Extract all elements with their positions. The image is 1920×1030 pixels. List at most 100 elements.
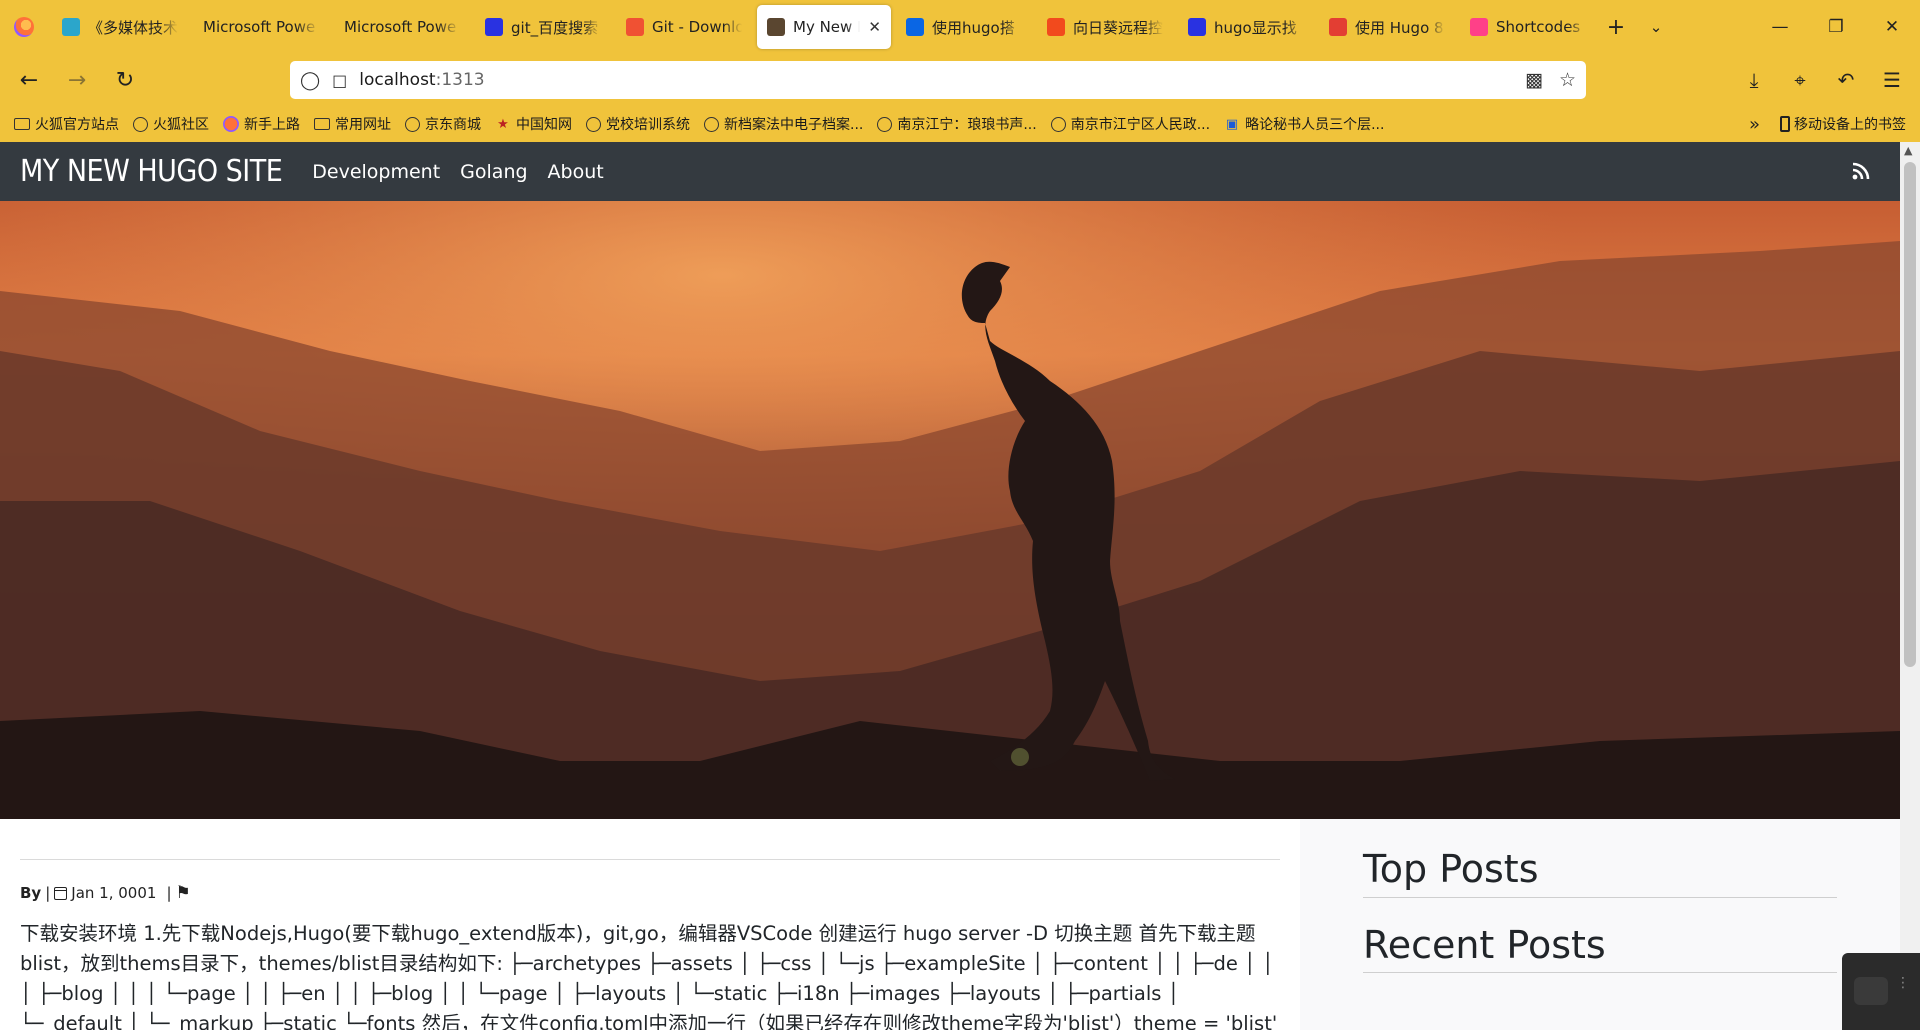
- page-scrollbar[interactable]: ▲: [1900, 142, 1920, 1030]
- zhihu-icon: [906, 18, 924, 36]
- forward-icon[interactable]: →: [58, 61, 96, 99]
- hamburger-menu-icon[interactable]: ☰: [1872, 61, 1912, 99]
- rss-icon[interactable]: [1852, 162, 1870, 180]
- bookmark-item[interactable]: ▣ 略论秘书人员三个层...: [1224, 114, 1385, 134]
- site-header: MY NEW HUGO SITE Development Golang Abou…: [0, 142, 1900, 201]
- widget-more-icon[interactable]: ⋮: [1896, 976, 1910, 990]
- browser-tab[interactable]: Microsoft Powe: [193, 5, 329, 49]
- restore-icon[interactable]: ❐: [1808, 0, 1864, 54]
- address-bar[interactable]: ◯ □ localhost:1313 ▩ ☆: [290, 61, 1586, 99]
- bookmark-item[interactable]: 南京市江宁区人民政...: [1050, 114, 1210, 134]
- browser-tab[interactable]: git_百度搜索: [475, 5, 611, 49]
- meta-separator: |: [45, 884, 51, 902]
- bookmark-item[interactable]: 火狐官方站点: [14, 114, 119, 134]
- navigation-toolbar: ← → ↻ ◯ □ localhost:1313 ▩ ☆ ⤓ ⌖ ↶ ☰: [0, 54, 1920, 106]
- tab-label: 使用hugo搭: [932, 18, 1015, 37]
- blue-icon: ▣: [1225, 116, 1239, 132]
- tab-label: Microsoft Powe: [203, 18, 316, 36]
- nav-link-golang[interactable]: Golang: [460, 161, 527, 183]
- screenshot-crop-icon[interactable]: ⌖: [1780, 61, 1820, 99]
- phone-icon: [1780, 116, 1790, 132]
- browser-tab[interactable]: hugo显示找: [1178, 5, 1314, 49]
- baidu-icon: [485, 18, 503, 36]
- page-viewport: MY NEW HUGO SITE Development Golang Abou…: [0, 142, 1920, 1030]
- browser-tab[interactable]: 使用 Hugo 8: [1319, 5, 1455, 49]
- bookmark-item[interactable]: 新档案法中电子档案...: [704, 114, 863, 134]
- mobile-bookmarks[interactable]: 移动设备上的书签: [1780, 106, 1906, 142]
- reload-icon[interactable]: ↻: [106, 61, 144, 99]
- firefox-menu-icon[interactable]: [14, 17, 34, 37]
- bookmark-label: 新手上路: [244, 117, 300, 133]
- bookmark-label: 新档案法中电子档案...: [724, 117, 864, 133]
- tab-list-chevron-icon[interactable]: ⌄: [1636, 7, 1676, 47]
- bookmark-label: 常用网址: [335, 117, 391, 133]
- tab-label: 向日葵远程控: [1073, 18, 1163, 37]
- site-nav: Development Golang About: [312, 161, 603, 183]
- bookmark-item[interactable]: ★ 中国知网: [495, 114, 572, 134]
- bookmark-item[interactable]: 党校培训系统: [586, 114, 690, 134]
- more-bookmarks-chevron-icon[interactable]: »: [1749, 114, 1760, 135]
- downloads-icon[interactable]: ⤓: [1734, 61, 1774, 99]
- divider: [1363, 897, 1837, 898]
- shield-icon[interactable]: ◯: [300, 70, 320, 91]
- globe-icon: [586, 116, 601, 132]
- browser-tab[interactable]: 使用hugo搭: [896, 5, 1032, 49]
- firefox-icon: [223, 116, 239, 132]
- teal-logo-icon: [62, 18, 80, 36]
- browser-tab[interactable]: 向日葵远程控: [1037, 5, 1173, 49]
- bookmarks-toolbar: 火狐官方站点 火狐社区 新手上路 常用网址 京东商城 ★ 中国知网 党校培训系统 新档案法中电子…: [0, 106, 1920, 142]
- page-info-icon[interactable]: □: [332, 71, 347, 90]
- divider: [1363, 972, 1837, 973]
- browser-tab[interactable]: Git - Downlo: [616, 5, 752, 49]
- nav-link-development[interactable]: Development: [312, 161, 440, 183]
- close-tab-icon[interactable]: ✕: [868, 18, 881, 36]
- mobile-bookmarks-label: 移动设备上的书签: [1794, 117, 1906, 133]
- browser-tab[interactable]: Microsoft Powe: [334, 5, 470, 49]
- minimize-icon[interactable]: —: [1752, 0, 1808, 54]
- site-title[interactable]: MY NEW HUGO SITE: [20, 154, 283, 189]
- browser-tab[interactable]: Shortcodes: [1460, 5, 1596, 49]
- tab-label: git_百度搜索: [511, 18, 599, 37]
- bookmark-label: 党校培训系统: [606, 117, 690, 133]
- globe-icon: [133, 116, 148, 132]
- git-icon: [626, 18, 644, 36]
- globe-icon: [704, 116, 719, 132]
- divider: [20, 859, 1280, 860]
- tab-label: 《多媒体技术: [88, 18, 178, 37]
- post-date: Jan 1, 0001: [71, 884, 157, 902]
- undo-icon[interactable]: ↶: [1826, 61, 1866, 99]
- bookmark-label: 火狐社区: [153, 117, 209, 133]
- back-icon[interactable]: ←: [10, 61, 48, 99]
- sunflower-icon: [1047, 18, 1065, 36]
- bookmark-label: 京东商城: [425, 117, 481, 133]
- bookmark-item[interactable]: 新手上路: [223, 114, 300, 134]
- meta-separator: |: [166, 884, 172, 902]
- bookmark-item[interactable]: 火狐社区: [133, 114, 209, 134]
- bookmark-item[interactable]: 南京江宁：琅琅书声...: [877, 114, 1037, 134]
- folder-icon: [314, 118, 330, 130]
- widget-icon[interactable]: [1854, 977, 1888, 1005]
- tab-label: Git - Downlo: [652, 18, 742, 36]
- tab-strip: 《多媒体技术 Microsoft Powe Microsoft Powe git_百度…: [0, 0, 1920, 54]
- nav-link-about[interactable]: About: [548, 161, 604, 183]
- post-author-label: By: [20, 884, 42, 902]
- post-excerpt: 下载安装环境 1.先下载Nodejs,Hugo(要下载hugo_extend版本…: [20, 922, 1278, 1030]
- tags-icon: ⚑: [175, 883, 191, 903]
- bookmark-item[interactable]: 常用网址: [314, 114, 391, 134]
- browser-tab[interactable]: 《多媒体技术: [52, 5, 188, 49]
- bookmark-star-icon[interactable]: ☆: [1559, 69, 1576, 91]
- globe-icon: [1050, 116, 1066, 132]
- page-thumbnail-icon: [767, 18, 785, 36]
- bookmark-label: 火狐官方站点: [35, 117, 119, 133]
- sidebar: Top Posts Recent Posts: [1300, 819, 1900, 1030]
- browser-tab[interactable]: My New H ✕: [757, 5, 891, 49]
- floating-widget[interactable]: ⋮: [1842, 953, 1920, 1030]
- qr-code-icon[interactable]: ▩: [1525, 69, 1543, 91]
- tab-label: hugo显示找: [1214, 18, 1297, 37]
- tab-label: Shortcodes: [1496, 18, 1581, 36]
- scroll-up-icon[interactable]: ▲: [1904, 144, 1912, 157]
- new-tab-icon[interactable]: +: [1596, 7, 1636, 47]
- scroll-thumb[interactable]: [1904, 162, 1916, 667]
- bookmark-item[interactable]: 京东商城: [405, 114, 481, 134]
- close-window-icon[interactable]: ✕: [1864, 0, 1920, 54]
